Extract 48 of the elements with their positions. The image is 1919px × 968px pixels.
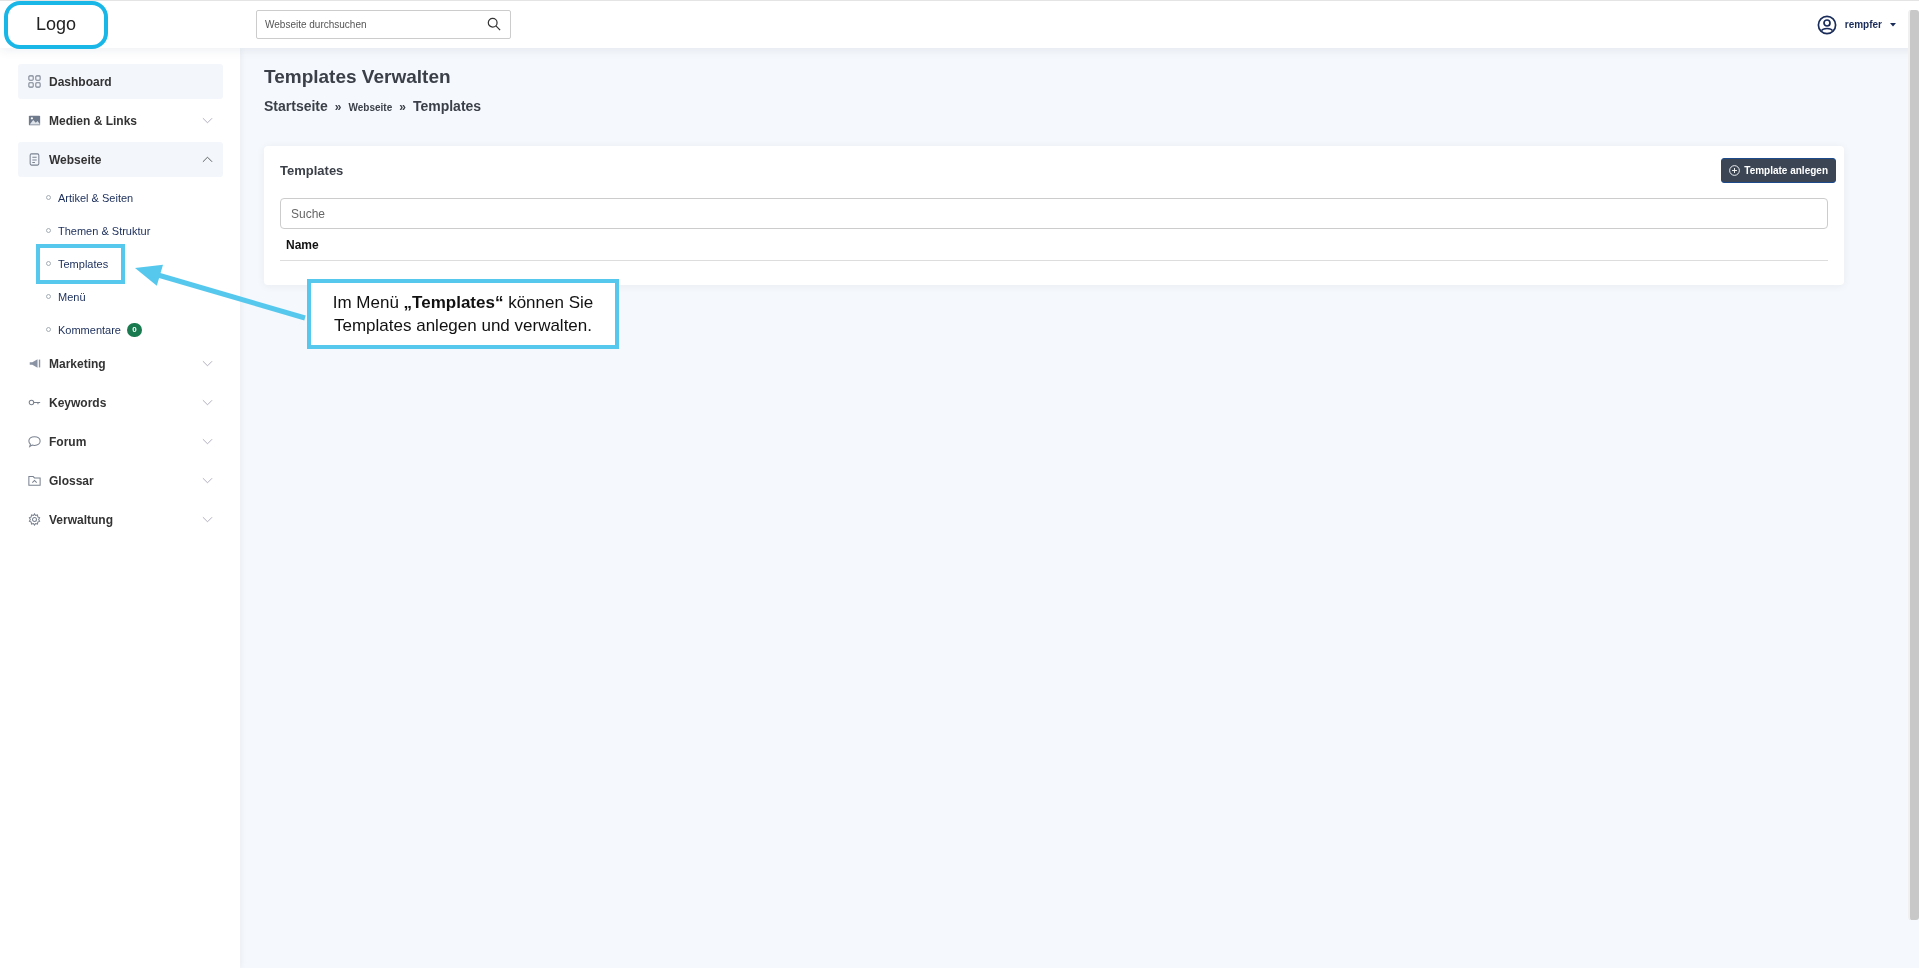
plus-circle-icon <box>1729 165 1741 176</box>
image-icon <box>28 114 41 127</box>
chevron-up-icon <box>202 156 213 163</box>
breadcrumb-link[interactable]: Startseite <box>264 98 328 114</box>
bullet-icon <box>46 195 51 200</box>
caret-icon[interactable] <box>1890 22 1896 27</box>
sidebar-item[interactable]: Webseite <box>18 142 223 177</box>
sidebar-item[interactable]: Keywords <box>18 385 223 420</box>
card-title: Templates <box>280 163 344 178</box>
search-icon[interactable] <box>487 17 501 31</box>
sidebar-item[interactable]: Dashboard <box>18 64 223 99</box>
column-header: Name <box>286 237 319 252</box>
chevron-down-icon <box>202 117 213 124</box>
chevron-down-icon <box>202 516 213 523</box>
sidebar-subitem[interactable]: Artikel & Seiten <box>36 181 146 214</box>
chevron-down-icon <box>202 477 213 484</box>
user-menu[interactable]: rempfer <box>1844 19 1882 30</box>
add-template-button[interactable]: Template anlegen <box>1721 158 1836 183</box>
count-badge: 0 <box>127 322 142 337</box>
sidebar-item[interactable]: Forum <box>18 424 223 459</box>
search-field[interactable]: Webseite durchsuchen <box>256 10 511 39</box>
user-avatar-icon[interactable] <box>1816 14 1837 35</box>
bullet-icon <box>46 228 51 233</box>
breadcrumb-separator: » <box>399 100 406 114</box>
chevron-down-icon <box>202 438 213 445</box>
search-field[interactable]: Suche <box>280 198 1828 229</box>
sidebar-item[interactable]: Medien & Links <box>18 103 223 138</box>
document-icon <box>28 153 41 166</box>
sidebar-item[interactable]: Glossar <box>18 463 223 498</box>
bullet-icon <box>46 261 51 266</box>
chat-icon <box>28 435 41 448</box>
breadcrumb-separator: » <box>334 100 342 114</box>
breadcrumb-link[interactable]: Webseite <box>348 102 393 113</box>
sidebar-item[interactable]: Verwaltung <box>18 502 223 537</box>
chevron-down-icon <box>202 360 213 367</box>
bullet-icon <box>46 327 51 332</box>
folder-icon <box>28 474 41 487</box>
page-title: Templates Verwalten <box>264 66 452 89</box>
sidebar-item[interactable]: Marketing <box>18 346 223 381</box>
sidebar-subitem[interactable]: Templates <box>36 243 125 284</box>
breadcrumb-link[interactable]: Templates <box>412 98 482 114</box>
grid-icon <box>28 75 41 88</box>
chevron-down-icon <box>202 399 213 406</box>
gear-icon <box>28 513 41 526</box>
callout-text: Im Menü „Templates“ können Sie Templates anlegen und verwalten. <box>307 279 619 349</box>
scrollbar[interactable] <box>1908 10 1919 920</box>
megaphone-icon <box>28 357 41 370</box>
bullet-icon <box>46 294 51 299</box>
